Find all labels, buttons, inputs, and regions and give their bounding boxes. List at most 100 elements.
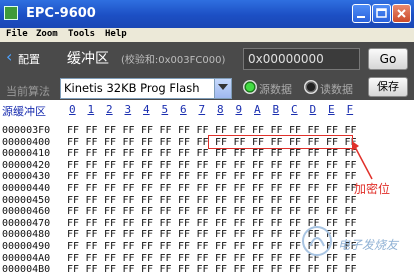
go-button[interactable]: Go — [368, 48, 408, 70]
dropdown-arrow-icon[interactable] — [214, 79, 231, 98]
hex-cell[interactable]: FF — [197, 125, 209, 136]
hex-cell[interactable]: FF — [252, 241, 264, 252]
hex-cell[interactable]: FF — [86, 229, 98, 240]
hex-cell[interactable]: FF — [234, 160, 246, 171]
hex-cell[interactable]: FF — [308, 264, 320, 275]
hex-cell[interactable]: FF — [178, 195, 190, 206]
hex-cell[interactable]: FF — [215, 253, 227, 264]
hex-cell[interactable]: FF — [86, 241, 98, 252]
hex-cell[interactable]: FF — [252, 264, 264, 275]
hex-cell[interactable]: FF — [123, 241, 135, 252]
hex-cell[interactable]: FF — [308, 195, 320, 206]
hex-cell[interactable]: FF — [141, 195, 153, 206]
hex-cell[interactable]: FF — [215, 183, 227, 194]
hex-cell[interactable]: FF — [234, 218, 246, 229]
hex-cell[interactable]: FF — [326, 148, 338, 159]
hex-cell[interactable]: FF — [197, 253, 209, 264]
hex-cell[interactable]: FF — [123, 183, 135, 194]
hex-cell[interactable]: FF — [234, 148, 246, 159]
hex-cell[interactable]: FF — [141, 160, 153, 171]
hex-cell[interactable]: FF — [178, 171, 190, 182]
hex-cell[interactable]: FF — [234, 229, 246, 240]
hex-cell[interactable]: FF — [308, 206, 320, 217]
hex-cell[interactable]: FF — [67, 206, 79, 217]
hex-cell[interactable]: FF — [86, 218, 98, 229]
hex-cell[interactable]: FF — [123, 206, 135, 217]
hex-cell[interactable]: FF — [345, 218, 357, 229]
hex-cell[interactable]: FF — [252, 160, 264, 171]
close-button[interactable] — [392, 4, 411, 23]
hex-cell[interactable]: FF — [67, 229, 79, 240]
hex-cell[interactable]: FF — [141, 218, 153, 229]
hex-cell[interactable]: FF — [86, 148, 98, 159]
hex-cell[interactable]: FF — [215, 264, 227, 275]
hex-cell[interactable]: FF — [160, 229, 172, 240]
hex-cell[interactable]: FF — [197, 241, 209, 252]
hex-cell[interactable]: FF — [123, 148, 135, 159]
hex-cell[interactable]: FF — [141, 206, 153, 217]
hex-cell[interactable]: FF — [215, 241, 227, 252]
hex-cell[interactable]: FF — [160, 241, 172, 252]
hex-cell[interactable]: FF — [252, 218, 264, 229]
hex-cell[interactable]: FF — [289, 206, 301, 217]
hex-cell[interactable]: FF — [289, 183, 301, 194]
hex-cell[interactable]: FF — [271, 206, 283, 217]
hex-cell[interactable]: FF — [178, 253, 190, 264]
hex-cell[interactable]: FF — [141, 171, 153, 182]
hex-cell[interactable]: FF — [289, 160, 301, 171]
hex-cell[interactable]: FF — [197, 137, 209, 148]
hex-cell[interactable]: FF — [141, 137, 153, 148]
hex-cell[interactable]: FF — [67, 264, 79, 275]
hex-cell[interactable]: FF — [123, 160, 135, 171]
hex-cell[interactable]: FF — [160, 218, 172, 229]
hex-cell[interactable]: FF — [271, 253, 283, 264]
hex-cell[interactable]: FF — [326, 206, 338, 217]
hex-cell[interactable]: FF — [308, 171, 320, 182]
hex-cell[interactable]: FF — [289, 148, 301, 159]
hex-cell[interactable]: FF — [289, 195, 301, 206]
hex-cell[interactable]: FF — [104, 171, 116, 182]
hex-cell[interactable]: FF — [234, 264, 246, 275]
hex-cell[interactable]: FF — [67, 253, 79, 264]
hex-cell[interactable]: FF — [178, 206, 190, 217]
hex-cell[interactable]: FF — [345, 253, 357, 264]
hex-cell[interactable]: FF — [86, 206, 98, 217]
hex-cell[interactable]: FF — [160, 195, 172, 206]
hex-cell[interactable]: FF — [271, 183, 283, 194]
hex-cell[interactable]: FF — [178, 229, 190, 240]
hex-cell[interactable]: FF — [67, 125, 79, 136]
hex-cell[interactable]: FF — [197, 171, 209, 182]
hex-cell[interactable]: FF — [123, 253, 135, 264]
hex-cell[interactable]: FF — [252, 171, 264, 182]
hex-cell[interactable]: FF — [178, 148, 190, 159]
hex-cell[interactable]: FF — [197, 183, 209, 194]
minimize-button[interactable] — [352, 4, 371, 23]
hex-cell[interactable]: FF — [178, 160, 190, 171]
hex-cell[interactable]: FF — [86, 253, 98, 264]
hex-cell[interactable]: FF — [252, 195, 264, 206]
hex-cell[interactable]: FF — [104, 253, 116, 264]
hex-cell[interactable]: FF — [215, 218, 227, 229]
hex-cell[interactable]: FF — [326, 264, 338, 275]
hex-cell[interactable]: FF — [86, 183, 98, 194]
hex-cell[interactable]: FF — [123, 229, 135, 240]
hex-cell[interactable]: FF — [160, 137, 172, 148]
hex-cell[interactable]: FF — [160, 125, 172, 136]
hex-cell[interactable]: FF — [234, 253, 246, 264]
hex-cell[interactable]: FF — [234, 195, 246, 206]
hex-cell[interactable]: FF — [289, 171, 301, 182]
hex-cell[interactable]: FF — [104, 137, 116, 148]
hex-cell[interactable]: FF — [178, 137, 190, 148]
menu-help[interactable]: Help — [105, 29, 127, 39]
hex-cell[interactable]: FF — [86, 160, 98, 171]
hex-cell[interactable]: FF — [271, 264, 283, 275]
hex-cell[interactable]: FF — [160, 171, 172, 182]
hex-cell[interactable]: FF — [234, 183, 246, 194]
hex-cell[interactable]: FF — [252, 206, 264, 217]
hex-cell[interactable]: FF — [67, 218, 79, 229]
hex-cell[interactable]: FF — [104, 183, 116, 194]
hex-cell[interactable]: FF — [345, 264, 357, 275]
hex-cell[interactable]: FF — [197, 195, 209, 206]
hex-cell[interactable]: FF — [67, 137, 79, 148]
hex-cell[interactable]: FF — [271, 229, 283, 240]
